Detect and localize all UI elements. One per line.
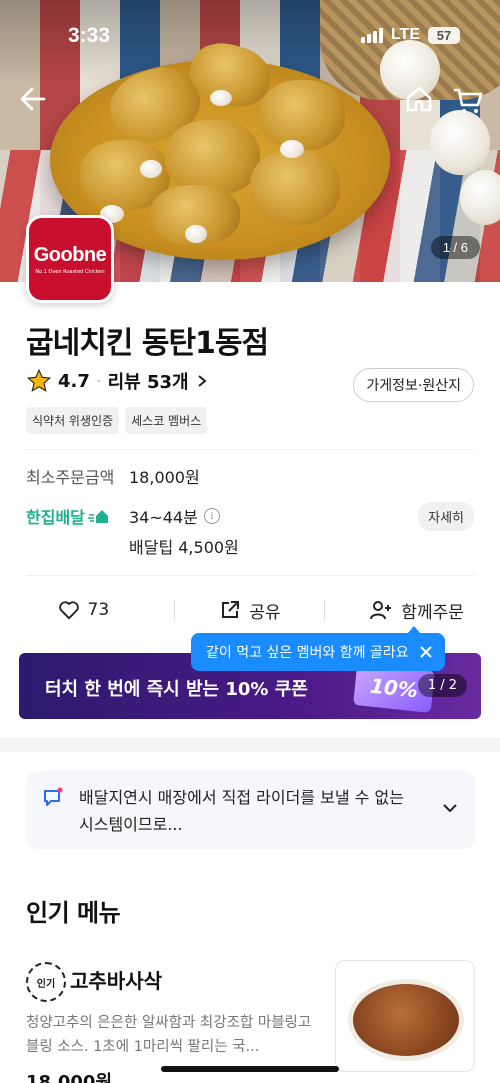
- hero-garlic: [430, 110, 490, 175]
- divider: [26, 449, 474, 450]
- back-arrow-icon: [20, 87, 46, 111]
- close-icon[interactable]: [419, 645, 433, 659]
- home-icon: [406, 86, 432, 112]
- battery-icon: 57: [428, 26, 460, 44]
- coupon-text: 터치 한 번에 즉시 받는 10% 쿠폰: [45, 679, 308, 700]
- store-name: 굽네치킨 동탄1동점: [26, 326, 269, 361]
- hero-garlic-clove: [140, 160, 162, 178]
- share-button[interactable]: 공유: [167, 594, 334, 626]
- hero-garlic-clove: [185, 225, 207, 243]
- delivery-home-icon: [87, 510, 108, 523]
- logo-subtext: No.1 Oven Roasted Chicken: [35, 268, 105, 275]
- home-indicator: [161, 1066, 339, 1072]
- notice-chat-icon: [44, 787, 63, 806]
- hero-page-indicator: 1 / 6: [430, 236, 480, 259]
- hero-garlic-clove: [210, 90, 232, 106]
- hero-chicken: [250, 150, 340, 225]
- status-time: 3:33: [68, 24, 111, 47]
- popular-menu-title: 인기 메뉴: [26, 899, 121, 927]
- delivery-tip: 배달팁 4,500원: [129, 538, 239, 557]
- rating-value: 4.7: [58, 370, 90, 392]
- menu-item-food: [348, 979, 464, 1061]
- action-bar: 73 공유 함께주문: [0, 594, 500, 626]
- notice-text: 배달지연시 매장에서 직접 라이더를 보낼 수 없는 시스템이므로...: [79, 788, 404, 834]
- chevron-down-icon[interactable]: [441, 799, 459, 817]
- cart-button[interactable]: [452, 84, 484, 116]
- action-separator: [174, 600, 175, 620]
- badge-cesco: 세스코 멤버스: [125, 407, 208, 434]
- rating-row[interactable]: 4.7 · 리뷰 53개: [26, 368, 209, 394]
- delivery-detail-button[interactable]: 자세히: [418, 502, 474, 531]
- menu-item-description: 청양고추의 은은한 알싸함과 최강조합 마블링고블링 소스. 1초에 1마리씩 …: [26, 1015, 312, 1055]
- group-order-label: 함께주문: [401, 602, 464, 623]
- delivery-time: 34~44분 i: [129, 504, 220, 528]
- home-button[interactable]: [404, 84, 434, 114]
- network-type: LTE: [390, 26, 420, 43]
- chevron-right-icon: [197, 375, 207, 387]
- store-info-button[interactable]: 가게정보·원산지: [353, 368, 474, 402]
- share-icon: [222, 601, 240, 618]
- review-count: 리뷰 53개: [107, 372, 189, 393]
- store-logo: Goobne No.1 Oven Roasted Chicken: [26, 215, 114, 303]
- logo-text: Goobne: [33, 243, 107, 266]
- menu-item-price: 18,000원: [26, 1072, 113, 1083]
- group-order-tooltip[interactable]: 같이 먹고 싶은 멤버와 함께 골라요: [191, 626, 445, 671]
- min-order-label: 최소주문금액: [26, 468, 115, 487]
- like-count: 73: [87, 600, 110, 620]
- tooltip-text: 같이 먹고 싶은 멤버와 함께 골라요: [206, 645, 409, 661]
- badge-hygiene: 식약처 위생인증: [26, 407, 120, 434]
- action-separator: [324, 600, 325, 620]
- menu-item[interactable]: 인기 고추바사삭 청양고추의 은은한 알싸함과 최강조합 마블링고블링 소스. …: [26, 960, 475, 1083]
- status-bar: 3:33 LTE 57: [0, 0, 500, 74]
- hero-chicken: [165, 120, 260, 195]
- menu-item-name: 고추바사삭: [70, 969, 162, 993]
- menu-item-image: [335, 960, 475, 1072]
- add-user-icon: [370, 601, 392, 620]
- back-button[interactable]: [18, 84, 48, 114]
- section-divider: [0, 738, 500, 752]
- min-order-value: 18,000원: [129, 468, 200, 487]
- heart-icon: [58, 601, 79, 620]
- hero-garlic-clove: [280, 140, 304, 158]
- delivery-type-label: 한집배달: [26, 508, 85, 527]
- popular-badge: 인기: [26, 962, 66, 1002]
- like-button[interactable]: 73: [0, 594, 167, 626]
- cart-icon: [453, 88, 483, 113]
- share-label: 공유: [249, 602, 281, 623]
- delivery-time-value: 34~44분: [129, 508, 198, 527]
- info-icon[interactable]: i: [203, 508, 220, 524]
- certification-badges: 식약처 위생인증 세스코 멤버스: [26, 407, 208, 434]
- delivery-type: 한집배달: [26, 504, 114, 528]
- group-order-button[interactable]: 함께주문: [333, 594, 500, 626]
- coupon-page-indicator: 1 / 2: [417, 674, 467, 697]
- star-icon: [26, 368, 52, 392]
- signal-icon: [360, 27, 383, 43]
- divider: [26, 575, 474, 576]
- hero-chicken: [260, 80, 345, 150]
- notice-banner[interactable]: 배달지연시 매장에서 직접 라이더를 보낼 수 없는 시스템이므로...: [26, 771, 475, 849]
- status-indicators: LTE 57: [360, 26, 460, 44]
- rating-separator: ·: [95, 370, 102, 392]
